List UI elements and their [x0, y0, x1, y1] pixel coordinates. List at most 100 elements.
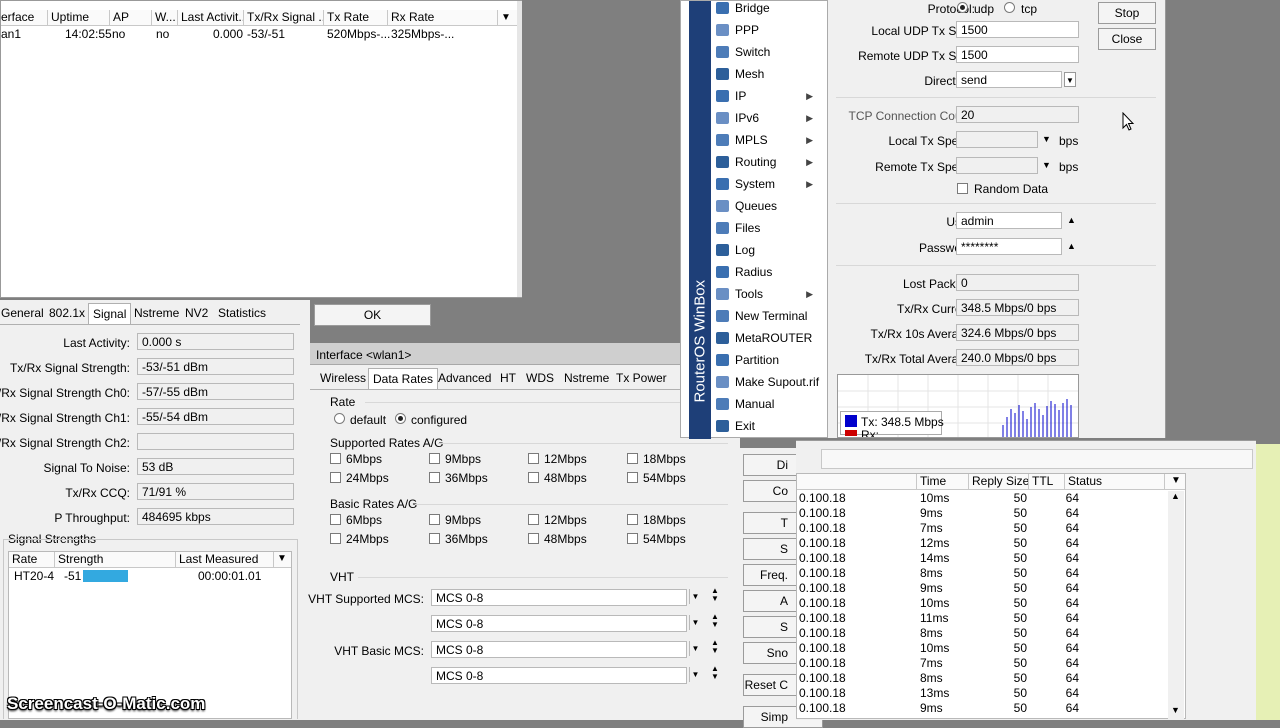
ping-row[interactable]: 0.100.18 11ms 50 64 [797, 611, 1167, 626]
col-rx-rate[interactable]: Rx Rate [388, 10, 498, 26]
ping-row[interactable]: 0.100.18 10ms 50 64 [797, 596, 1167, 611]
menu-item-ip[interactable]: IP ▶ [711, 85, 821, 107]
tab-tx-power[interactable]: Tx Power [612, 368, 671, 389]
col-last-measured[interactable]: Last Measured [176, 552, 274, 568]
basic-36mbps-checkbox[interactable] [429, 533, 440, 544]
remote-speed-input[interactable] [956, 157, 1038, 174]
vht-basic-1-updown-icon[interactable]: ▲ ▼ [711, 639, 719, 655]
menu-item-bridge[interactable]: Bridge [711, 0, 821, 19]
ping-row[interactable]: 0.100.18 14ms 50 64 [797, 551, 1167, 566]
ping-row[interactable]: 0.100.18 13ms 50 64 [797, 686, 1167, 701]
vht-supported-1-updown-icon[interactable]: ▲ ▼ [711, 587, 719, 603]
vht-basic-mcs-1[interactable]: MCS 0-8 [431, 641, 687, 658]
ping-row[interactable]: 0.100.18 9ms 50 64 [797, 581, 1167, 596]
strengths-menu-button[interactable]: ▼ [277, 553, 287, 564]
menu-item-ppp[interactable]: PPP [711, 19, 821, 41]
col-reply-size[interactable]: Reply Size [969, 474, 1029, 490]
menu-item-tools[interactable]: Tools ▶ [711, 283, 821, 305]
tab-wireless[interactable]: Wireless [316, 368, 370, 389]
column-menu-button[interactable]: ▼ [501, 12, 511, 23]
col-interface[interactable]: erface [0, 10, 48, 26]
ping-row[interactable]: 0.100.18 8ms 50 64 [797, 671, 1167, 686]
col-last-activity[interactable]: Last Activit... [178, 10, 244, 26]
col-w[interactable]: W... [152, 10, 178, 26]
tab-nstreme[interactable]: Nstreme [560, 368, 613, 389]
menu-item-routing[interactable]: Routing ▶ [711, 151, 821, 173]
table-row[interactable]: an1 14:02:55 no no 0.000 -53/-51 520Mbps… [1, 27, 517, 41]
menu-item-exit[interactable]: Exit [711, 415, 821, 437]
basic-9mbps-checkbox[interactable] [429, 514, 440, 525]
col-host[interactable] [797, 474, 917, 490]
direction-select[interactable]: send [956, 71, 1062, 88]
tab-general[interactable]: General [0, 303, 48, 324]
supported-18mbps-checkbox[interactable] [627, 453, 638, 464]
menu-item-switch[interactable]: Switch [711, 41, 821, 63]
scroll-up-icon[interactable]: ▲ [1171, 491, 1180, 501]
vht-basic-mcs-2[interactable]: MCS 0-8 [431, 667, 687, 684]
col-uptime[interactable]: Uptime [48, 10, 110, 26]
password-collapse-icon[interactable]: ▲ [1067, 241, 1076, 251]
supported-48mbps-checkbox[interactable] [528, 472, 539, 483]
vht-supported-2-dropdown-icon[interactable]: ▼ [689, 615, 701, 630]
basic-6mbps-checkbox[interactable] [330, 514, 341, 525]
ping-row[interactable]: 0.100.18 7ms 50 64 [797, 656, 1167, 671]
supported-54mbps-checkbox[interactable] [627, 472, 638, 483]
ping-columns-menu-button[interactable]: ▼ [1171, 475, 1181, 486]
random-data-checkbox[interactable] [957, 183, 968, 194]
supported-12mbps-checkbox[interactable] [528, 453, 539, 464]
ping-row[interactable]: 0.100.18 7ms 50 64 [797, 521, 1167, 536]
rate-default-radio[interactable] [334, 413, 345, 424]
tcp-radio[interactable] [1004, 2, 1015, 13]
basic-18mbps-checkbox[interactable] [627, 514, 638, 525]
tab-data-rates[interactable]: Data Rates [368, 368, 439, 389]
basic-54mbps-checkbox[interactable] [627, 533, 638, 544]
scroll-down-icon[interactable]: ▼ [1171, 705, 1180, 715]
vht-supported-mcs-2[interactable]: MCS 0-8 [431, 615, 687, 632]
tab-signal[interactable]: Signal [88, 303, 132, 324]
menu-item-mpls[interactable]: MPLS ▶ [711, 129, 821, 151]
menu-item-radius[interactable]: Radius [711, 261, 821, 283]
ping-row[interactable]: 0.100.18 10ms 50 64 [797, 641, 1167, 656]
tab-wds[interactable]: WDS [522, 368, 558, 389]
close-button[interactable]: Close [1098, 28, 1156, 50]
direction-dropdown-icon[interactable]: ▼ [1064, 72, 1076, 87]
remote-speed-dropdown-icon[interactable]: ▼ [1042, 160, 1051, 170]
ping-row[interactable]: 0.100.18 9ms 50 64 [797, 506, 1167, 521]
local-speed-input[interactable] [956, 131, 1038, 148]
basic-24mbps-checkbox[interactable] [330, 533, 341, 544]
vht-basic-2-updown-icon[interactable]: ▲ ▼ [711, 665, 719, 681]
vht-supported-mcs-1[interactable]: MCS 0-8 [431, 589, 687, 606]
menu-item-make-supout-rif[interactable]: Make Supout.rif [711, 371, 821, 393]
col-tx-rate[interactable]: Tx Rate [324, 10, 388, 26]
rate-configured-radio[interactable] [395, 413, 406, 424]
col-time[interactable]: Time [917, 474, 969, 490]
tab-statistics[interactable]: Statistics [214, 303, 270, 324]
ok-button[interactable]: OK [314, 304, 431, 326]
tab-ht[interactable]: HT [496, 368, 520, 389]
tab-advanced[interactable]: Advanced [434, 368, 495, 389]
basic-48mbps-checkbox[interactable] [528, 533, 539, 544]
ping-row[interactable]: 0.100.18 8ms 50 64 [797, 626, 1167, 641]
menu-item-mesh[interactable]: Mesh [711, 63, 821, 85]
menu-item-partition[interactable]: Partition [711, 349, 821, 371]
col-ap[interactable]: AP [110, 10, 152, 26]
col-rate[interactable]: Rate [9, 552, 55, 568]
stop-button[interactable]: Stop [1098, 2, 1156, 24]
ping-row[interactable]: 0.100.18 9ms 50 64 [797, 701, 1167, 716]
user-input[interactable]: admin [956, 212, 1062, 229]
conn-count-input[interactable]: 20 [956, 106, 1079, 123]
strength-row[interactable]: HT20-4 -51 00:00:01.01 [9, 569, 291, 583]
basic-12mbps-checkbox[interactable] [528, 514, 539, 525]
table-scrollbar[interactable] [517, 1, 522, 297]
menu-item-system[interactable]: System ▶ [711, 173, 821, 195]
menu-item-files[interactable]: Files [711, 217, 821, 239]
local-udp-input[interactable]: 1500 [956, 21, 1079, 38]
menu-item-metarouter[interactable]: MetaROUTER [711, 327, 821, 349]
supported-6mbps-checkbox[interactable] [330, 453, 341, 464]
local-speed-dropdown-icon[interactable]: ▼ [1042, 134, 1051, 144]
col-signal[interactable]: Tx/Rx Signal ... [244, 10, 324, 26]
menu-item-ipv6[interactable]: IPv6 ▶ [711, 107, 821, 129]
col-strength[interactable]: Strength [55, 552, 176, 568]
ping-row[interactable]: 0.100.18 8ms 50 64 [797, 566, 1167, 581]
col-ttl[interactable]: TTL [1029, 474, 1065, 490]
